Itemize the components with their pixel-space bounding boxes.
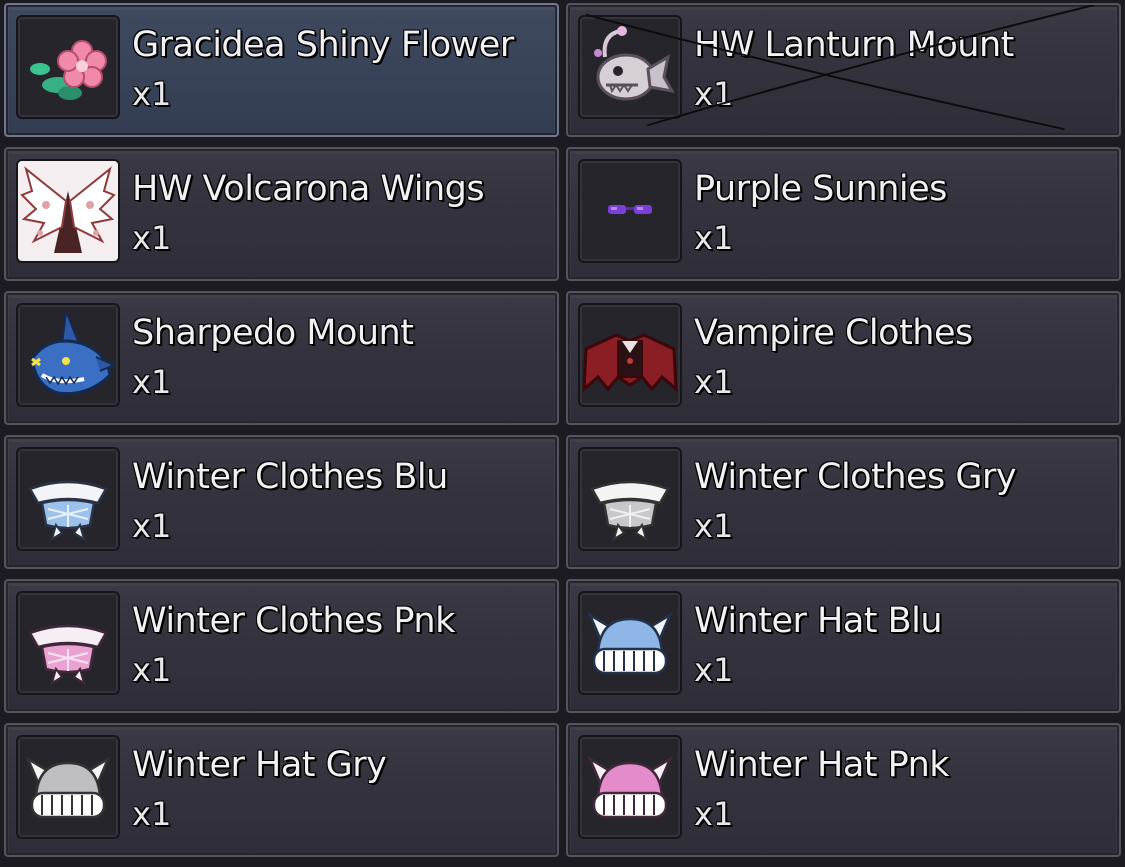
inventory-item-hw-lanturn-mount[interactable]: HW Lanturn Mount x1 [566, 3, 1121, 137]
winter-clothes-pink-icon [16, 591, 120, 695]
item-name: Vampire Clothes [694, 313, 973, 353]
item-quantity: x1 [694, 651, 734, 689]
item-quantity: x1 [694, 507, 734, 545]
item-name: Sharpedo Mount [132, 313, 414, 353]
inventory-item-vampire-clothes[interactable]: Vampire Clothes x1 [566, 291, 1121, 425]
inventory-item-sharpedo-mount[interactable]: Sharpedo Mount x1 [4, 291, 559, 425]
cape-icon [578, 303, 682, 407]
item-name: Winter Hat Pnk [694, 745, 950, 785]
inventory-grid: Gracidea Shiny Flower x1 HW Lanturn Moun… [0, 0, 1125, 867]
inventory-item-winter-hat-pnk[interactable]: Winter Hat Pnk x1 [566, 723, 1121, 857]
item-name: Winter Clothes Blu [132, 457, 448, 497]
inventory-item-winter-hat-gry[interactable]: Winter Hat Gry x1 [4, 723, 559, 857]
sunglasses-icon [578, 159, 682, 263]
item-name: Winter Hat Gry [132, 745, 387, 785]
winter-hat-pink-icon [578, 735, 682, 839]
flower-icon [16, 15, 120, 119]
inventory-item-winter-clothes-blu[interactable]: Winter Clothes Blu x1 [4, 435, 559, 569]
item-name: Winter Clothes Gry [694, 457, 1017, 497]
inventory-item-hw-volcarona-wings[interactable]: HW Volcarona Wings x1 [4, 147, 559, 281]
item-quantity: x1 [132, 651, 172, 689]
wings-icon [16, 159, 120, 263]
inventory-item-gracidea-shiny-flower[interactable]: Gracidea Shiny Flower x1 [4, 3, 559, 137]
item-quantity: x1 [694, 795, 734, 833]
winter-hat-gray-icon [16, 735, 120, 839]
item-name: HW Lanturn Mount [694, 25, 1014, 65]
inventory-item-winter-clothes-pnk[interactable]: Winter Clothes Pnk x1 [4, 579, 559, 713]
inventory-item-purple-sunnies[interactable]: Purple Sunnies x1 [566, 147, 1121, 281]
item-name: Winter Hat Blu [694, 601, 943, 641]
winter-clothes-blue-icon [16, 447, 120, 551]
inventory-item-winter-clothes-gry[interactable]: Winter Clothes Gry x1 [566, 435, 1121, 569]
item-quantity: x1 [132, 219, 172, 257]
winter-clothes-gray-icon [578, 447, 682, 551]
item-quantity: x1 [132, 75, 172, 113]
item-quantity: x1 [694, 75, 734, 113]
item-name: HW Volcarona Wings [132, 169, 485, 209]
item-quantity: x1 [132, 363, 172, 401]
item-name: Winter Clothes Pnk [132, 601, 455, 641]
item-quantity: x1 [132, 507, 172, 545]
item-quantity: x1 [694, 219, 734, 257]
inventory-item-winter-hat-blu[interactable]: Winter Hat Blu x1 [566, 579, 1121, 713]
lanturn-icon [578, 15, 682, 119]
item-name: Gracidea Shiny Flower [132, 25, 514, 65]
item-quantity: x1 [694, 363, 734, 401]
winter-hat-blue-icon [578, 591, 682, 695]
item-quantity: x1 [132, 795, 172, 833]
shark-icon [16, 303, 120, 407]
item-name: Purple Sunnies [694, 169, 947, 209]
